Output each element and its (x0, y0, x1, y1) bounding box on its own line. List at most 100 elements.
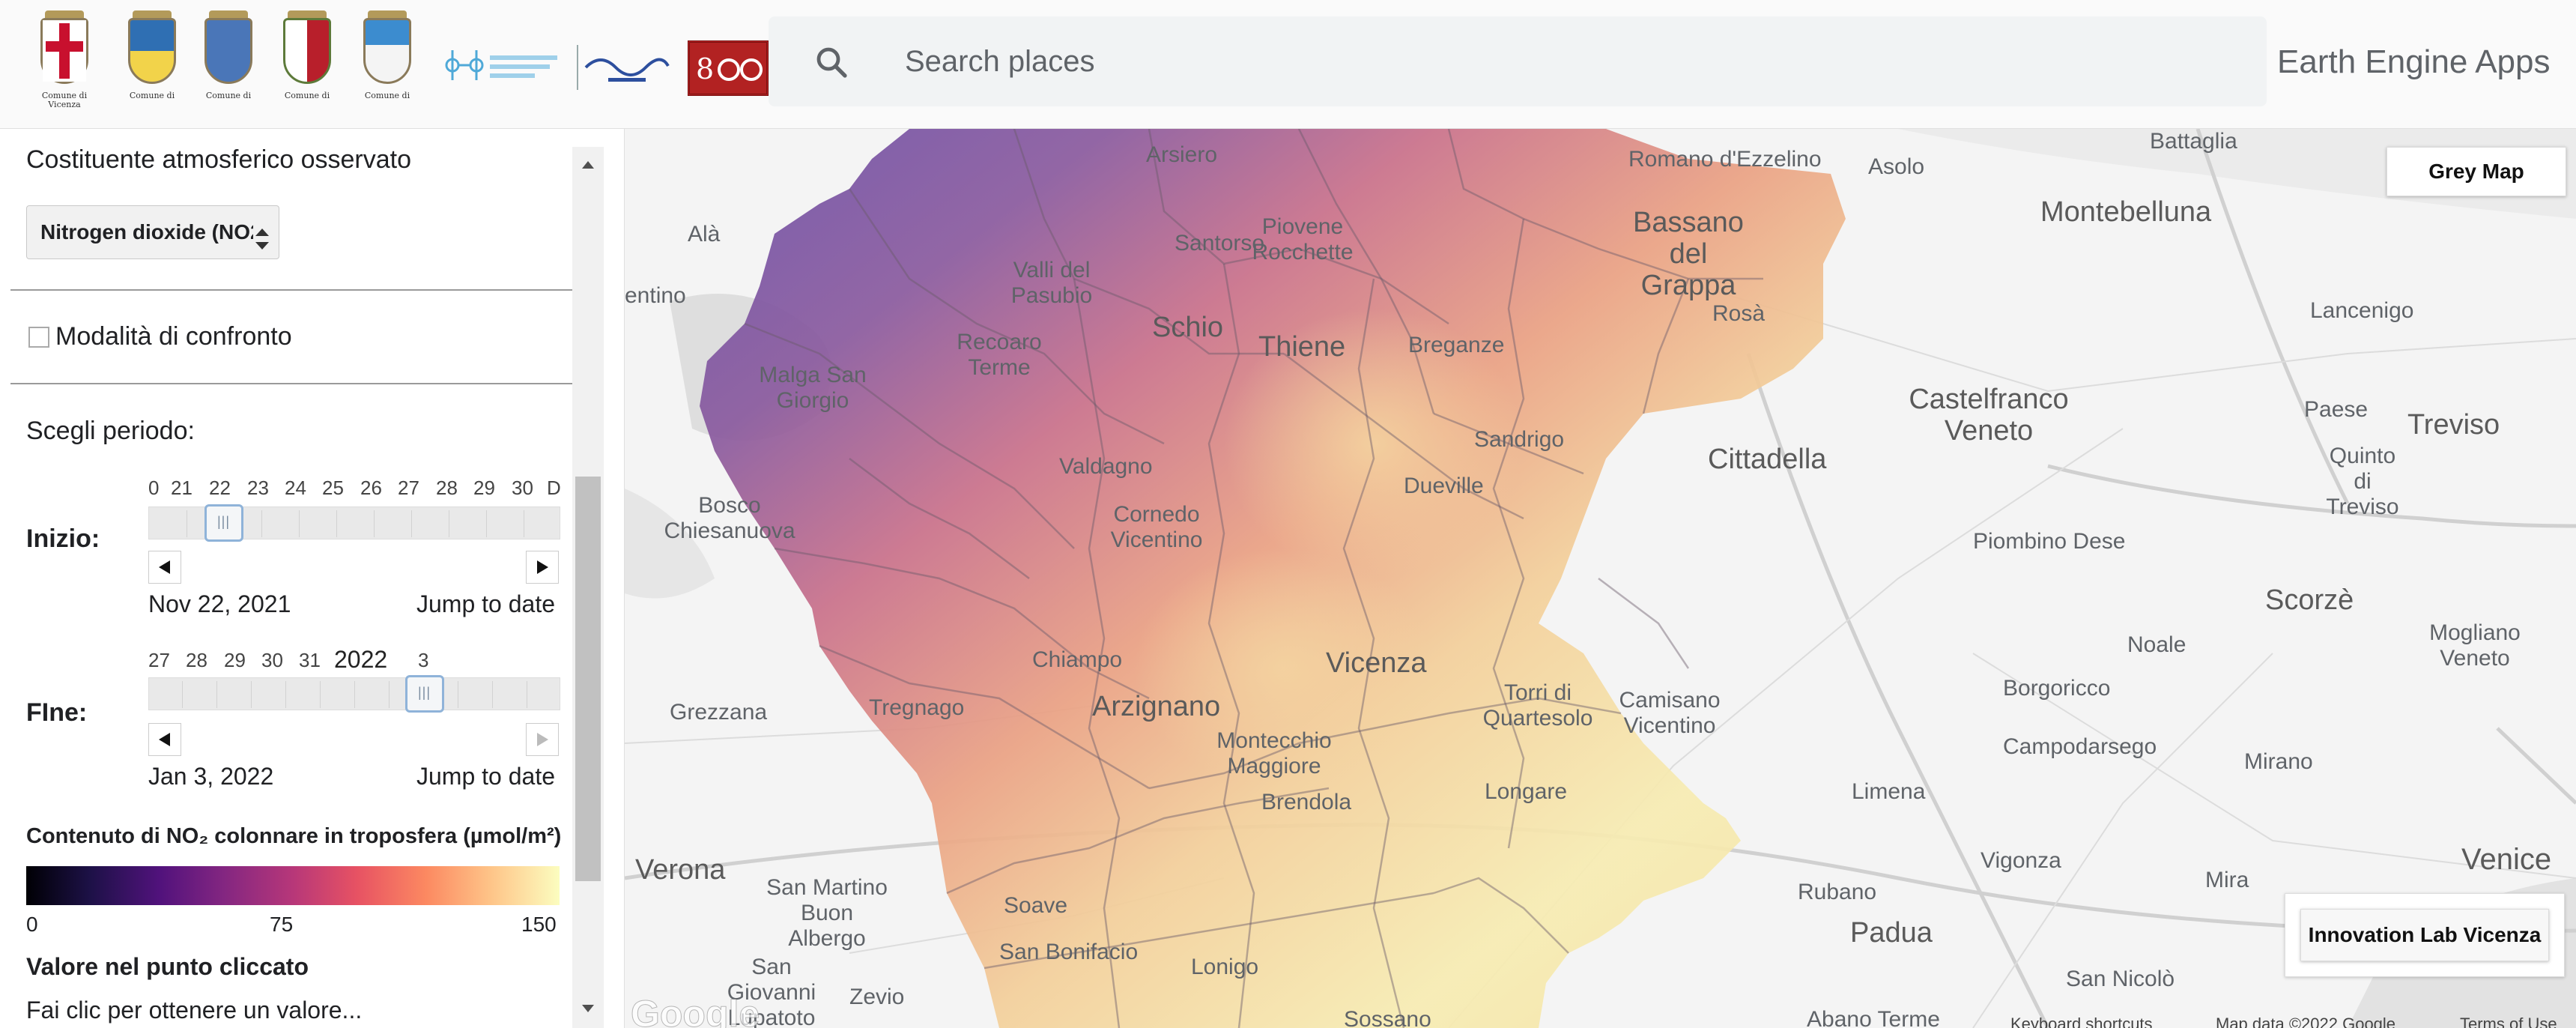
tick-label: 31 (299, 649, 321, 671)
start-prev-button[interactable] (148, 551, 181, 584)
tick-label: 24 (285, 477, 306, 499)
period-label: Scegli periodo: (26, 417, 195, 445)
clicked-value-text: Fai clic per ottenere un valore... (26, 997, 363, 1024)
place-label: Santorso (1175, 231, 1265, 256)
innovation-lab-button[interactable]: Innovation Lab Vicenza (2300, 909, 2549, 961)
place-label: Recoaro Terme (957, 330, 1042, 380)
place-label: Verona (635, 854, 726, 886)
place-label: Borgoricco (2003, 676, 2111, 701)
place-label: Alà (688, 222, 721, 247)
start-jump-to-date-link[interactable]: Jump to date (416, 590, 555, 618)
legend-max: 150 (521, 913, 557, 936)
tick-label: 27 (148, 649, 170, 671)
place-label: Lonigo (1191, 955, 1259, 979)
place-label: Camisano Vicentino (1619, 688, 1721, 738)
place-label: San Nicolò (2066, 967, 2175, 991)
place-label: Longare (1485, 779, 1568, 804)
end-slider-track[interactable] (148, 675, 560, 713)
triangle-right-icon (537, 560, 548, 574)
grey-map-button[interactable]: Grey Map (2386, 147, 2566, 196)
start-next-button[interactable] (526, 551, 559, 584)
tick-label: 28 (186, 649, 207, 671)
tick-label: 29 (473, 477, 495, 499)
place-label: Torri di Quartesolo (1482, 680, 1593, 731)
compare-mode-label: Modalità di confronto (55, 322, 292, 351)
800-anniversary-logo: 8 (688, 40, 769, 96)
scroll-down-arrow-icon[interactable] (578, 998, 598, 1018)
place-label: Mogliano Veneto (2429, 620, 2521, 671)
start-date-value: Nov 22, 2021 (148, 590, 291, 617)
place-label: Valdagno (1059, 454, 1153, 479)
crest-logo-3: Comune di (191, 10, 266, 111)
legend-mid: 75 (270, 913, 294, 936)
tick-label: 0 (148, 477, 160, 499)
place-label: Cornedo Vicentino (1110, 502, 1203, 552)
place-label: Rosà (1712, 301, 1766, 326)
start-slider-thumb[interactable] (204, 504, 243, 542)
place-label: Zevio (849, 985, 905, 1009)
tick-label: 30 (261, 649, 283, 671)
place-label: Romano d'Ezzelino (1628, 147, 1822, 172)
pollutant-select[interactable]: Nitrogen dioxide (NO2 (26, 205, 279, 259)
place-label: Limena (1852, 779, 1926, 804)
end-ticks: 27 28 29 30 31 2022 3 (148, 646, 560, 676)
scrollbar-thumb[interactable] (575, 477, 601, 881)
innovation-panel: Innovation Lab Vicenza (2285, 893, 2565, 977)
crest-label: Comune di (284, 91, 330, 100)
place-label: Padua (1850, 917, 1933, 949)
place-label: Mira (2205, 868, 2249, 892)
crest-logo-vicenza: Comune di Vicenza (27, 10, 102, 111)
place-label: Grezzana (670, 700, 768, 725)
search-input[interactable] (905, 39, 2223, 84)
clicked-value-title: Valore nel punto cliccato (26, 953, 309, 980)
select-arrows-icon (253, 220, 271, 250)
start-slider-track[interactable] (148, 504, 560, 542)
place-label: Paese (2304, 397, 2369, 422)
place-label: Mirano (2244, 749, 2313, 774)
place-label: Arsiero (1146, 142, 1218, 167)
crest-logo-4: Comune di (270, 10, 345, 111)
place-label: Cittadella (1708, 444, 1827, 475)
google-logo[interactable]: Google (630, 992, 760, 1028)
end-prev-button[interactable] (148, 723, 181, 756)
end-jump-to-date-link[interactable]: Jump to date (416, 763, 555, 790)
control-panel: Costituente atmosferico osservato Nitrog… (0, 129, 625, 1028)
tick-label: 25 (322, 477, 344, 499)
place-label: Vigonza (1981, 848, 2061, 873)
map-canvas[interactable]: Arsiero Romano d'Ezzelino Battaglia Asol… (625, 129, 2576, 1028)
place-label: Valli del Pasubio (1010, 258, 1093, 308)
compare-mode-checkbox[interactable] (28, 327, 49, 348)
triangle-left-icon (159, 733, 170, 746)
digital-hub-logo (442, 39, 562, 91)
tick-label: 30 (512, 477, 533, 499)
end-slider-thumb[interactable] (405, 675, 444, 713)
place-label: Breganze (1408, 333, 1505, 357)
crest-label: Comune di (129, 91, 175, 100)
sidebar-scrollbar[interactable] (572, 147, 604, 1028)
tick-label: 23 (247, 477, 269, 499)
keyboard-shortcuts-link[interactable]: Keyboard shortcuts (2010, 1015, 2153, 1028)
map-data-attribution[interactable]: Map data ©2022 Google (2216, 1015, 2395, 1028)
divider (10, 289, 575, 291)
triangle-right-icon (537, 733, 548, 746)
search-bar[interactable] (769, 16, 2267, 106)
divider (10, 383, 575, 384)
place-label: Soave (1004, 893, 1068, 918)
place-label: Lancenigo (2310, 298, 2414, 323)
pollutant-select-value: Nitrogen dioxide (NO2 (40, 220, 262, 244)
place-label: Abano Terme (1807, 1007, 1940, 1028)
scroll-up-arrow-icon[interactable] (578, 156, 598, 175)
place-label: Chiampo (1032, 647, 1123, 672)
pollutant-heading: Costituente atmosferico osservato (26, 145, 412, 174)
place-label: Scorzè (2265, 584, 2354, 616)
place-label: Vicenza (1326, 647, 1427, 679)
end-next-button[interactable] (526, 723, 559, 756)
place-label: Schio (1152, 312, 1224, 343)
crest-label: Comune di (205, 91, 252, 100)
end-label: FIne: (26, 698, 88, 727)
search-icon[interactable] (813, 44, 849, 80)
confartigianato-logo (577, 45, 670, 90)
tick-label-year: 2022 (334, 646, 388, 673)
terms-of-use-link[interactable]: Terms of Use (2460, 1015, 2557, 1028)
place-label: Castelfranco Veneto (1909, 384, 2069, 447)
